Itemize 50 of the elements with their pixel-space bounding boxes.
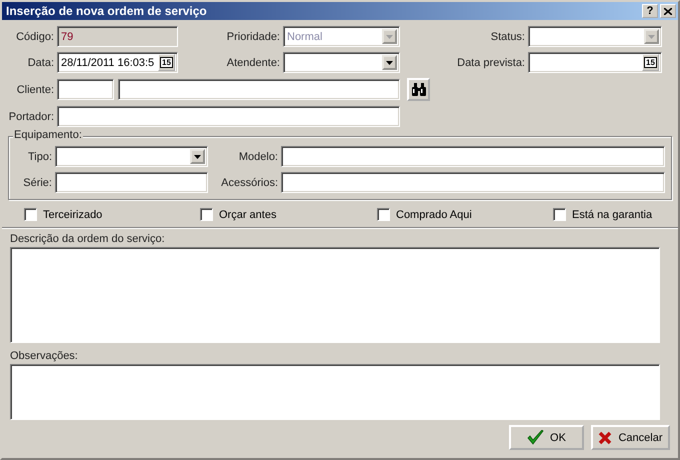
field-label: Modelo: [238, 150, 278, 162]
checkbox[interactable] [200, 208, 213, 221]
close-icon[interactable] [664, 8, 672, 14]
field-label: Código: [15, 30, 54, 42]
calendar-button[interactable]: 15 [642, 54, 659, 71]
check-mark-icon [527, 430, 544, 445]
field-value: 28/11/2011 16:03:5 [61, 56, 154, 68]
checkbox[interactable] [553, 208, 566, 221]
field-label: Descrição da ordem do serviço: [10, 233, 166, 245]
calendar-button[interactable]: 15 [158, 54, 175, 71]
checkbox-label: Está na garantia [572, 208, 652, 220]
dropdown-field[interactable] [528, 26, 662, 47]
help-button[interactable]: ? [642, 4, 658, 18]
ok-button[interactable]: OK [509, 425, 584, 450]
field-value: Normal [287, 30, 322, 42]
field-label: Data: [26, 56, 54, 68]
field-label: Portador: [8, 110, 54, 122]
description-textarea[interactable] [10, 247, 660, 343]
serial-field[interactable] [55, 172, 208, 193]
client-name-field[interactable] [118, 79, 400, 100]
group-title: Equipamento: [13, 129, 83, 141]
dropdown-field[interactable] [55, 146, 208, 167]
field-label: Observações: [10, 350, 79, 362]
checkbox-label: Orçar antes [219, 208, 276, 220]
dropdown-field[interactable] [283, 52, 400, 73]
notes-textarea[interactable] [10, 364, 660, 420]
field-label: Status: [490, 30, 525, 42]
checkbox[interactable] [377, 208, 390, 221]
code-field[interactable]: 79 [57, 26, 178, 47]
date-field[interactable]: 28/11/2011 16:03:5 15 [57, 52, 178, 73]
field-label: Acessórios: [220, 176, 278, 188]
field-label: Data prevista: [456, 56, 525, 68]
cross-icon [598, 430, 612, 444]
close-button[interactable] [660, 4, 676, 18]
field-label: Atendente: [226, 56, 280, 68]
bearer-field[interactable] [57, 106, 400, 127]
accessories-field[interactable] [281, 172, 665, 193]
client-code-field[interactable] [57, 79, 114, 100]
cancel-button[interactable]: Cancelar [591, 425, 670, 450]
window-title: Inserção de nova ordem de serviço [6, 4, 208, 18]
checkbox-label: Comprado Aqui [396, 208, 472, 220]
field-label: Prioridade: [226, 30, 280, 42]
date-field[interactable]: 15 [528, 52, 662, 73]
field-label: Série: [22, 176, 52, 188]
checkbox[interactable] [24, 208, 37, 221]
field-label: Cliente: [16, 84, 54, 96]
binoculars-icon[interactable] [407, 78, 430, 101]
field-label: Tipo: [26, 150, 52, 162]
model-field[interactable] [281, 146, 665, 167]
checkbox-label: Terceirizado [43, 208, 102, 220]
